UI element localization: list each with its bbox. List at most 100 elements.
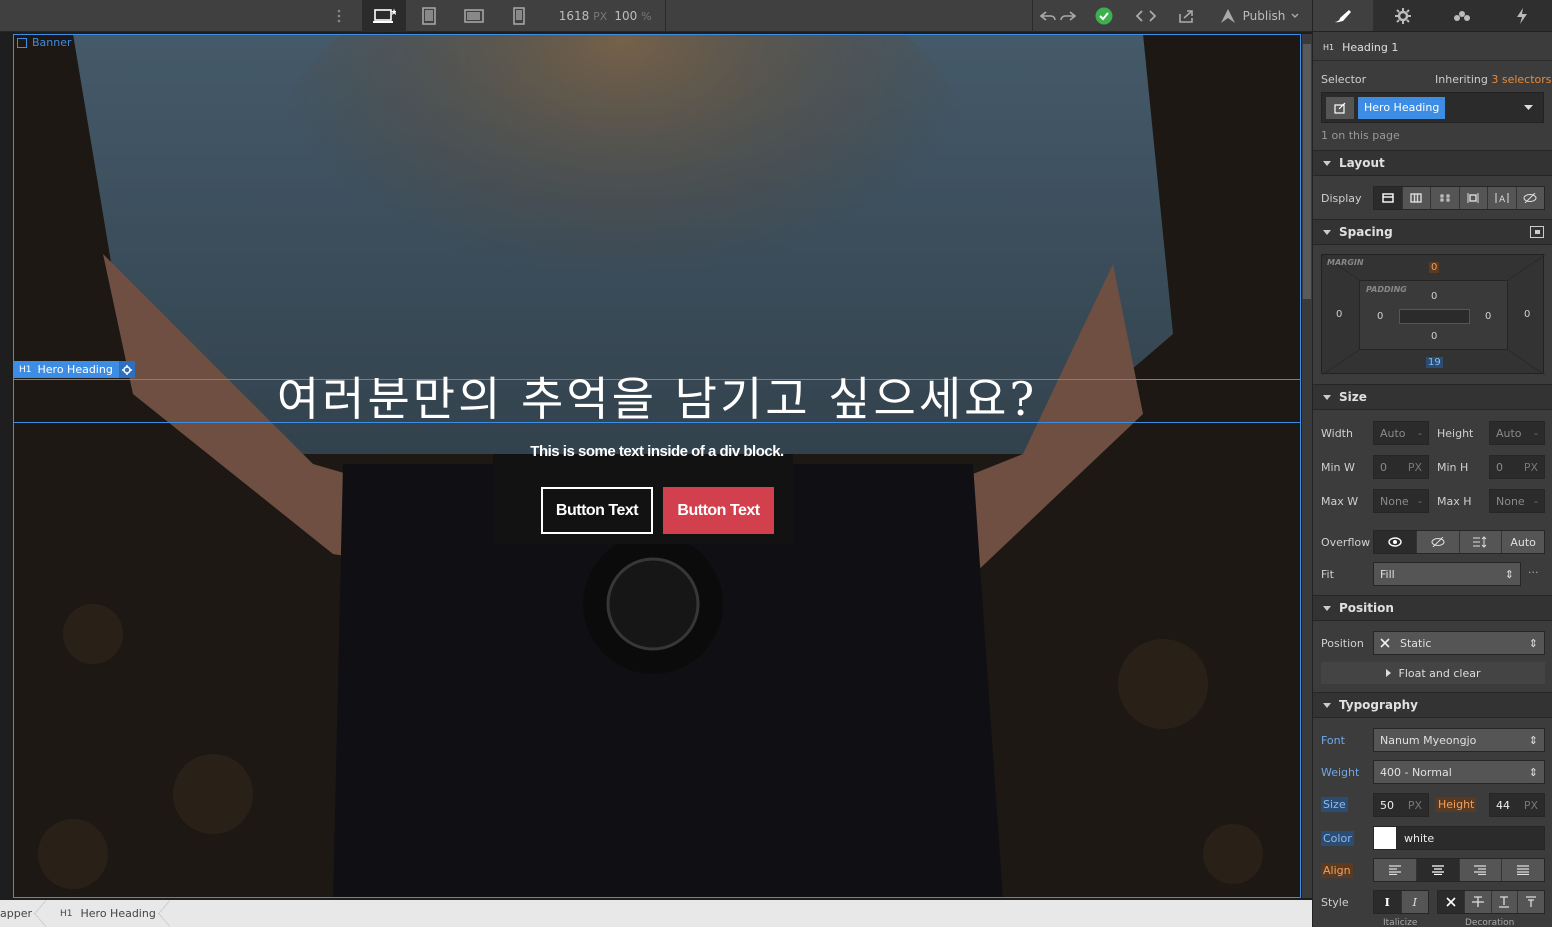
scrollbar-thumb[interactable]	[1303, 44, 1311, 299]
hero-button-outline[interactable]: Button Text	[541, 487, 653, 534]
display-flex-icon[interactable]	[1403, 187, 1431, 209]
display-inline-icon[interactable]: A	[1488, 187, 1517, 209]
position-section-header[interactable]: Position	[1313, 595, 1552, 621]
chevron-down-icon	[1291, 13, 1299, 18]
selector-field[interactable]: Hero Heading	[1321, 92, 1544, 123]
fit-label: Fit	[1321, 568, 1334, 581]
width-input[interactable]: Auto -	[1373, 421, 1429, 445]
color-swatch[interactable]	[1374, 827, 1396, 849]
zoom-readout[interactable]: 100 %	[611, 0, 655, 32]
align-left-icon[interactable]	[1374, 859, 1417, 881]
tab-settings[interactable]	[1373, 0, 1433, 31]
chevron-down-icon[interactable]	[1524, 101, 1533, 114]
max-width-input[interactable]: None -	[1373, 489, 1429, 513]
overline-icon[interactable]	[1518, 891, 1544, 913]
more-horizontal-icon[interactable]: ···	[1528, 566, 1539, 579]
hero-heading-tag[interactable]: H1 Hero Heading	[14, 361, 135, 378]
tab-interactions[interactable]	[1433, 0, 1493, 31]
position-select[interactable]: Static ⇕	[1373, 631, 1545, 655]
undo-icon[interactable]	[1038, 0, 1058, 32]
max-height-value: None	[1496, 494, 1525, 508]
redo-icon[interactable]	[1058, 0, 1078, 32]
export-icon[interactable]	[1174, 0, 1200, 32]
display-grid-icon[interactable]	[1431, 187, 1460, 209]
weight-select[interactable]: 400 - Normal ⇕	[1373, 760, 1545, 784]
min-width-input[interactable]: 0 PX	[1373, 455, 1429, 479]
overflow-hidden-icon[interactable]	[1417, 531, 1460, 553]
hero-heading[interactable]: 여러분만의 추억을 남기고 싶으세요?	[13, 373, 1301, 425]
mobile-landscape-view-icon[interactable]	[455, 0, 493, 32]
height-input[interactable]: Auto -	[1489, 421, 1545, 445]
hero-text[interactable]: This is some text inside of a div block.	[13, 443, 1301, 460]
regular-style-icon[interactable]: I	[1374, 891, 1402, 913]
publish-button[interactable]: Publish	[1212, 0, 1306, 32]
align-center-icon[interactable]	[1416, 859, 1460, 881]
banner-section[interactable]	[13, 34, 1301, 898]
typography-section-header[interactable]: Typography	[1313, 692, 1552, 718]
margin-bottom-value[interactable]: 19	[1426, 357, 1443, 368]
padding-right-value[interactable]: 0	[1485, 311, 1491, 322]
overflow-auto-option[interactable]: Auto	[1502, 531, 1544, 553]
on-page-count: 1 on this page	[1321, 129, 1400, 142]
color-input[interactable]: white	[1373, 826, 1545, 850]
mobile-portrait-view-icon[interactable]	[500, 0, 538, 32]
display-block-icon[interactable]	[1374, 187, 1403, 209]
h1-prefix: H1	[60, 908, 73, 919]
overflow-scroll-icon[interactable]	[1460, 531, 1503, 553]
margin-right-value[interactable]: 0	[1524, 309, 1530, 320]
font-size-input[interactable]: 50 PX	[1373, 793, 1429, 817]
no-decoration-icon[interactable]	[1438, 891, 1465, 913]
gear-icon[interactable]	[118, 361, 135, 378]
overflow-visible-icon[interactable]	[1374, 531, 1417, 553]
max-height-input[interactable]: None -	[1489, 489, 1545, 513]
min-height-input[interactable]: 0 PX	[1489, 455, 1545, 479]
underline-icon[interactable]	[1492, 891, 1519, 913]
strikethrough-icon[interactable]	[1465, 891, 1492, 913]
layout-section-header[interactable]: Layout	[1313, 150, 1552, 176]
banner-element-tag[interactable]: Banner	[17, 36, 72, 49]
italic-style-icon[interactable]: I	[1402, 891, 1429, 913]
max-height-unit: -	[1534, 494, 1538, 508]
color-label: Color	[1321, 831, 1354, 846]
float-and-clear-toggle[interactable]: Float and clear	[1321, 662, 1545, 684]
inheriting-count-link[interactable]: 3 selectors	[1491, 73, 1551, 86]
status-ok-icon[interactable]	[1092, 0, 1116, 32]
code-icon[interactable]	[1133, 0, 1159, 32]
font-select[interactable]: Nanum Myeongjo ⇕	[1373, 728, 1545, 752]
align-right-icon[interactable]	[1460, 859, 1503, 881]
lightning-icon	[1517, 7, 1528, 24]
publish-icon	[1220, 9, 1235, 23]
align-options	[1373, 858, 1545, 882]
size-section-header[interactable]: Size	[1313, 384, 1552, 410]
spacing-preset-icon[interactable]	[1530, 226, 1544, 238]
padding-top-value[interactable]: 0	[1431, 291, 1437, 302]
inheriting-text: Inheriting	[1435, 73, 1488, 86]
padding-left-value[interactable]: 0	[1377, 311, 1383, 322]
font-size-unit: PX	[1407, 798, 1422, 812]
canvas-width-readout[interactable]: 1618 PX	[558, 0, 608, 32]
width-label: Width	[1321, 427, 1353, 440]
selector-type-icon[interactable]	[1326, 96, 1354, 119]
margin-top-value[interactable]: 0	[1429, 262, 1440, 273]
padding-label: PADDING	[1366, 285, 1407, 294]
tablet-view-icon[interactable]	[410, 0, 448, 32]
margin-left-value[interactable]: 0	[1336, 309, 1342, 320]
more-vertical-icon[interactable]	[330, 0, 348, 32]
display-none-icon[interactable]	[1517, 187, 1545, 209]
desktop-view-icon[interactable]: ★	[362, 0, 406, 32]
hero-button-red[interactable]: Button Text	[663, 487, 774, 534]
display-inline-block-icon[interactable]	[1460, 187, 1488, 209]
breadcrumb-item-wrapper[interactable]: apper	[0, 900, 46, 927]
spacing-section-header[interactable]: Spacing	[1313, 219, 1552, 245]
select-arrows-icon: ⇕	[1528, 636, 1538, 650]
padding-bottom-value[interactable]: 0	[1431, 331, 1437, 342]
tab-style[interactable]	[1313, 0, 1373, 31]
align-justify-icon[interactable]	[1502, 859, 1544, 881]
line-height-input[interactable]: 44 PX	[1489, 793, 1545, 817]
divider	[1032, 0, 1033, 32]
fit-select[interactable]: Fill ⇕	[1373, 562, 1521, 586]
tab-lightning[interactable]	[1492, 0, 1552, 31]
canvas-scrollbar[interactable]	[1302, 34, 1312, 898]
breadcrumb-item-hero-heading[interactable]: H1 Hero Heading	[46, 900, 170, 927]
selector-token[interactable]: Hero Heading	[1358, 96, 1446, 119]
